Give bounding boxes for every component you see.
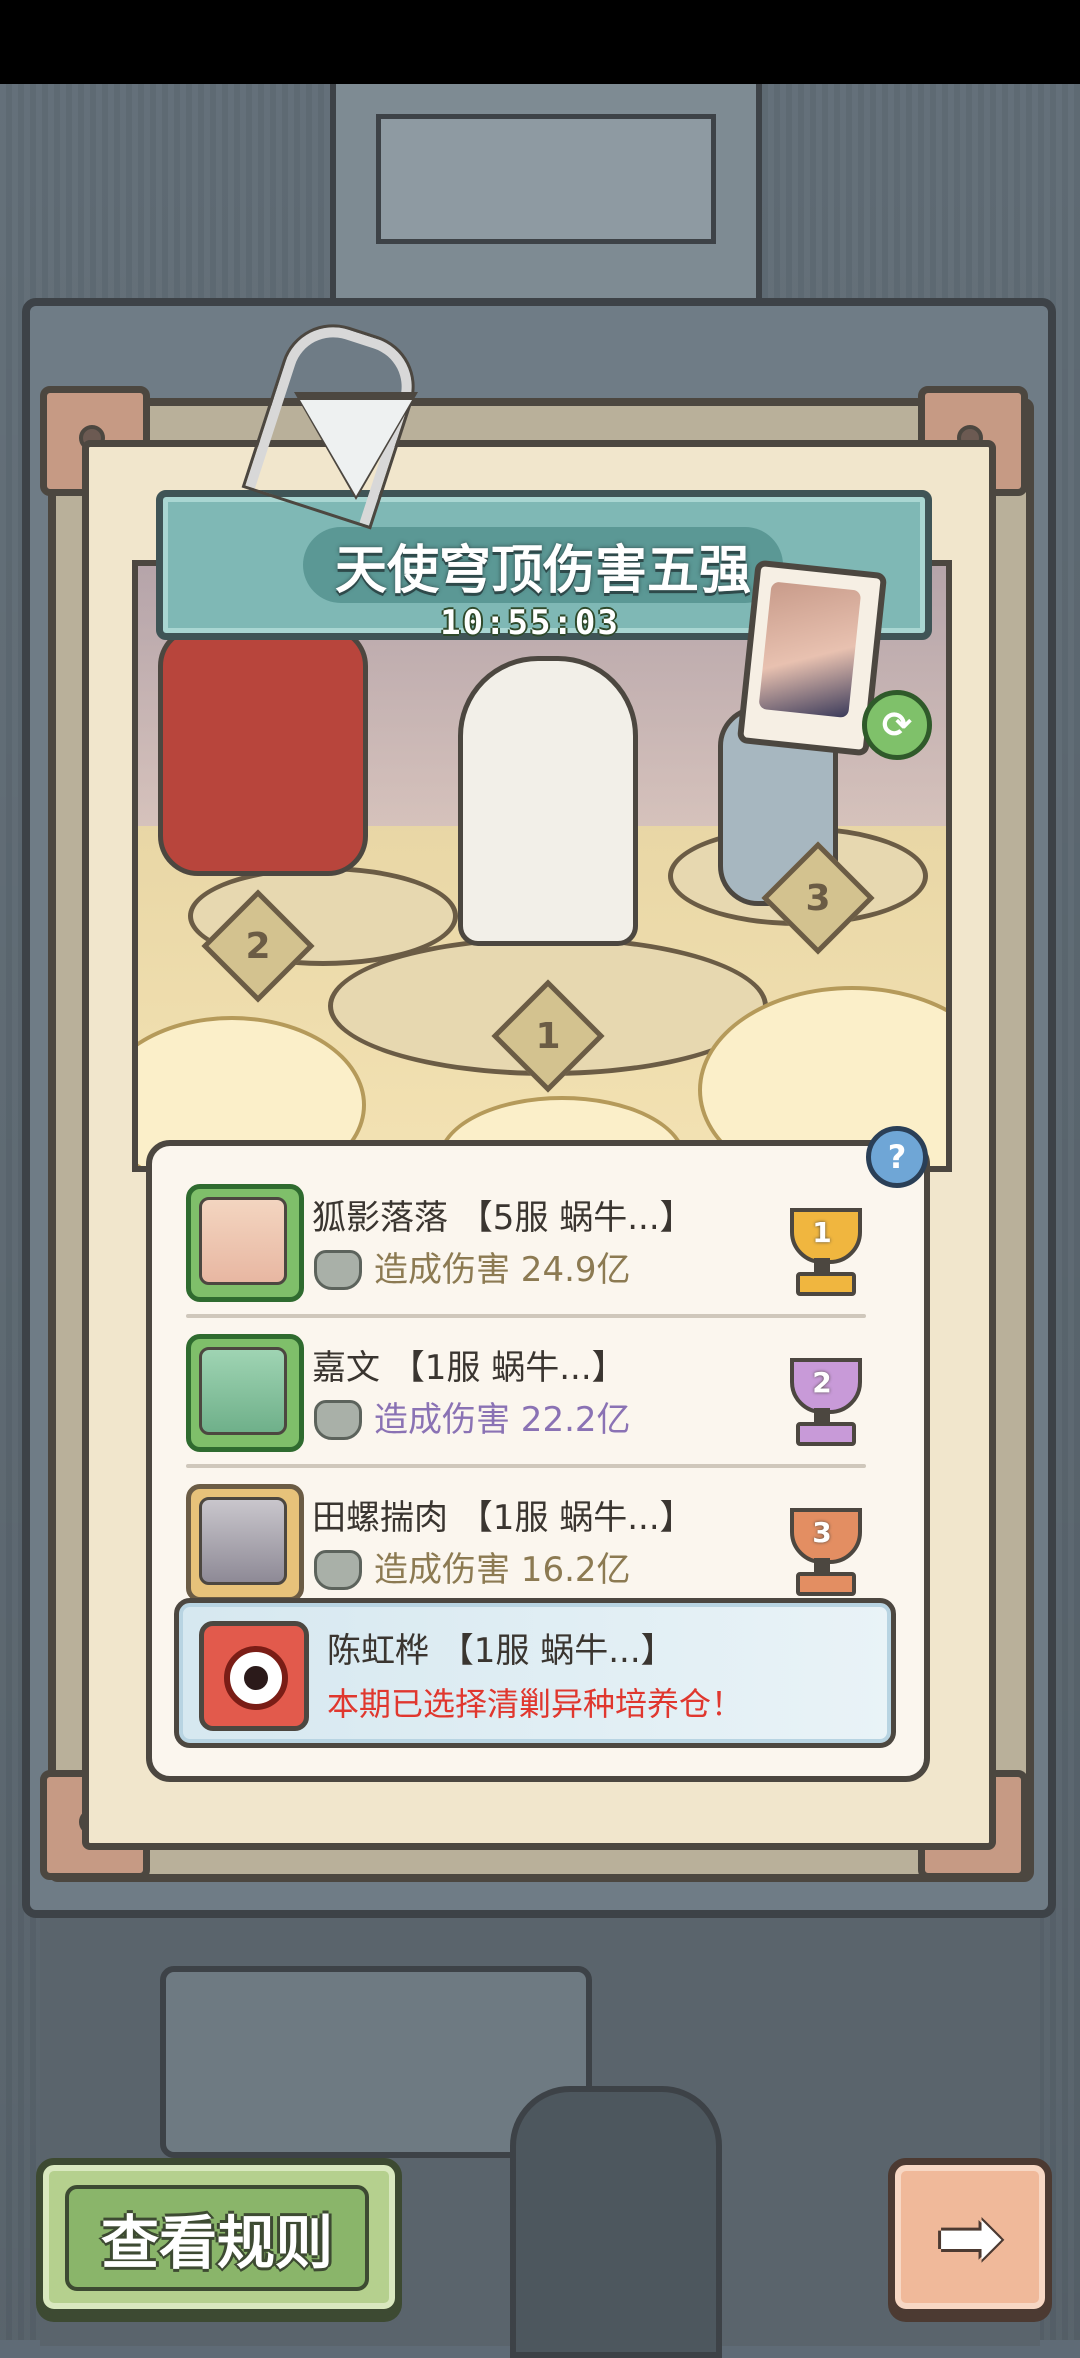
character-second-place <box>158 626 368 876</box>
player-name: 嘉文 【1服 蜗牛...】 <box>312 1348 626 1388</box>
triangle-logo-icon <box>300 400 412 496</box>
divider <box>186 1314 866 1318</box>
status-note: 本期已选择清剿异种培养仓！ <box>327 1685 744 1723</box>
trophy-gold-icon: 1 <box>782 1208 862 1296</box>
my-rank-row[interactable]: 陈虹桦 【1服 蜗牛...】 本期已选择清剿异种培养仓！ <box>174 1598 896 1748</box>
page-title: 天使穹顶伤害五强 <box>303 527 783 603</box>
trophy-rank: 2 <box>812 1365 832 1399</box>
player-name: 陈虹桦 【1服 蜗牛...】 <box>327 1631 675 1671</box>
player-name: 狐影落落 【5服 蜗牛...】 <box>312 1198 694 1238</box>
damage-icon <box>314 1250 362 1290</box>
damage-value: 造成伤害 16.2亿 <box>374 1550 631 1590</box>
help-icon[interactable]: ? <box>866 1126 928 1188</box>
trophy-bronze-icon: 3 <box>782 1508 862 1596</box>
view-rules-button[interactable]: 查看规则 <box>36 2158 402 2316</box>
damage-icon <box>314 1550 362 1590</box>
console-tank <box>510 2086 722 2358</box>
damage-value: 造成伤害 22.2亿 <box>374 1400 631 1440</box>
trophy-rank: 1 <box>812 1215 832 1249</box>
player-name: 田螺揣肉 【1服 蜗牛...】 <box>312 1498 694 1538</box>
view-rules-label: 查看规则 <box>65 2185 369 2291</box>
trophy-rank: 3 <box>812 1515 832 1549</box>
status-bar <box>0 0 1080 84</box>
arrow-right-icon: ➡ <box>936 2190 1004 2284</box>
avatar <box>186 1334 304 1452</box>
trophy-silver-icon: 2 <box>782 1358 862 1446</box>
avatar <box>186 1484 304 1602</box>
character-first-place <box>433 651 673 946</box>
damage-icon <box>314 1400 362 1440</box>
eye-icon <box>224 1646 288 1710</box>
divider <box>186 1464 866 1468</box>
background-ceiling-vent <box>330 84 762 310</box>
avatar <box>186 1184 304 1302</box>
countdown-timer: 10:55:03 <box>440 603 620 643</box>
next-button[interactable]: ➡ <box>888 2158 1052 2316</box>
swap-icon[interactable]: ⟳ <box>862 690 932 760</box>
avatar <box>758 581 862 719</box>
ranking-row-1[interactable]: 狐影落落 【5服 蜗牛...】 造成伤害 24.9亿 1 <box>186 1184 886 1314</box>
ranking-row-3[interactable]: 田螺揣肉 【1服 蜗牛...】 造成伤害 16.2亿 3 <box>186 1484 886 1614</box>
avatar <box>199 1621 309 1731</box>
ranking-row-2[interactable]: 嘉文 【1服 蜗牛...】 造成伤害 22.2亿 2 <box>186 1334 886 1464</box>
damage-value: 造成伤害 24.9亿 <box>374 1250 631 1290</box>
